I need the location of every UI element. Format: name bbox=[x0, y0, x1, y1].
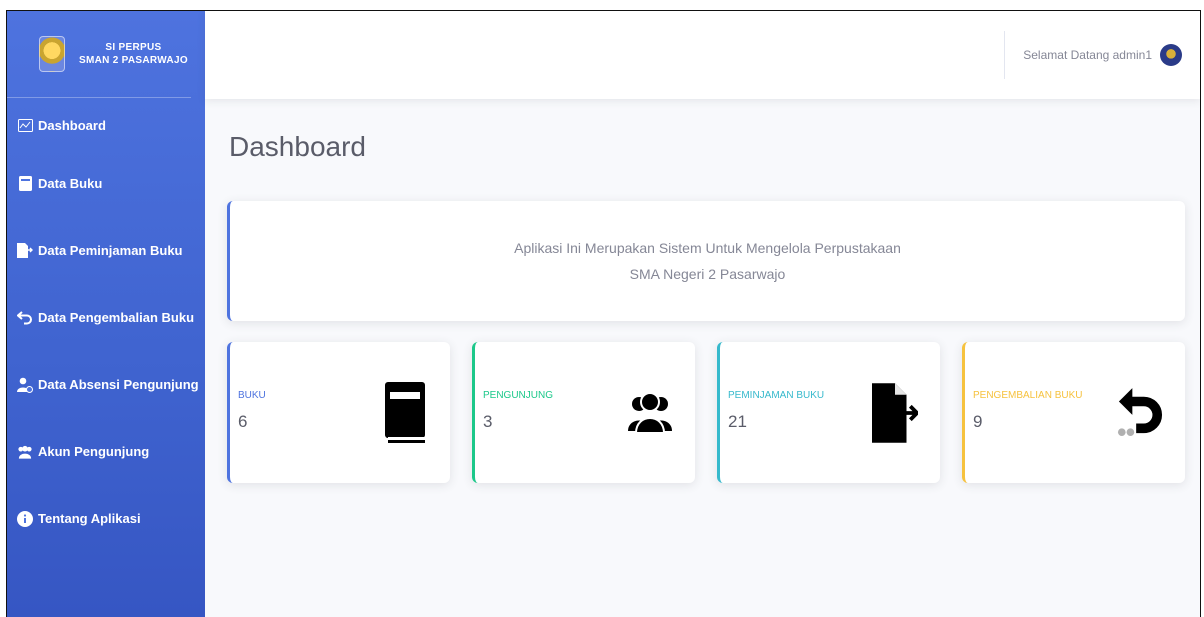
topbar: Selamat Datang admin1 bbox=[205, 11, 1200, 99]
book-icon bbox=[382, 382, 428, 444]
sidebar-nav: Dashboard Data Buku Data Peminjaman Buku… bbox=[7, 98, 205, 552]
sidebar-item-label: Data Pengembalian Buku bbox=[38, 310, 195, 325]
sidebar-item-label: Data Peminjaman Buku bbox=[38, 243, 183, 258]
user-clock-icon bbox=[17, 377, 33, 393]
sidebar-item-label: Data Buku bbox=[38, 176, 103, 191]
stat-value: 6 bbox=[238, 412, 248, 431]
sidebar-item-data-pengembalian-buku[interactable]: Data Pengembalian Buku bbox=[7, 284, 205, 351]
sidebar-item-label: Data Absensi Pengunjung bbox=[38, 377, 199, 392]
info-circle-icon bbox=[17, 510, 33, 527]
info-line-2: SMA Negeri 2 Pasarwajo bbox=[629, 266, 786, 282]
sidebar: SI PERPUS SMAN 2 PASARWAJO Dashboard Dat… bbox=[7, 11, 205, 617]
stat-label: PEMINJAMAN BUKU bbox=[728, 390, 825, 401]
brand-line-1: SI PERPUS bbox=[105, 42, 162, 53]
undo-icon bbox=[1117, 382, 1163, 444]
stat-card-pengembalian-buku: PENGEMBALIAN BUKU 9 bbox=[962, 342, 1185, 483]
sidebar-item-tentang-aplikasi[interactable]: Tentang Aplikasi bbox=[7, 485, 205, 552]
stat-value: 9 bbox=[973, 412, 983, 431]
stat-card-pengunjung: PENGUNJUNG 3 bbox=[472, 342, 695, 483]
info-line-1: Aplikasi Ini Merupakan Sistem Untuk Meng… bbox=[514, 240, 901, 256]
school-logo bbox=[39, 36, 65, 72]
sidebar-item-dashboard[interactable]: Dashboard bbox=[7, 98, 205, 150]
stat-card-peminjaman-buku: PEMINJAMAN BUKU 21 bbox=[717, 342, 940, 483]
brand-text: SI PERPUS SMAN 2 PASARWAJO bbox=[79, 41, 188, 67]
stat-card-buku: BUKU 6 bbox=[227, 342, 450, 483]
book-icon bbox=[17, 176, 33, 192]
sidebar-item-data-absensi-pengunjung[interactable]: Data Absensi Pengunjung bbox=[7, 351, 205, 418]
sidebar-item-label: Akun Pengunjung bbox=[38, 444, 150, 459]
sidebar-brand[interactable]: SI PERPUS SMAN 2 PASARWAJO bbox=[7, 11, 205, 97]
chart-area-icon bbox=[17, 117, 33, 133]
stat-label: PENGEMBALIAN BUKU bbox=[973, 390, 1083, 401]
page-title: Dashboard bbox=[229, 131, 366, 162]
avatar[interactable] bbox=[1160, 44, 1182, 66]
welcome-text[interactable]: Selamat Datang admin1 bbox=[1023, 48, 1152, 62]
sidebar-item-data-peminjaman-buku[interactable]: Data Peminjaman Buku bbox=[7, 217, 205, 284]
sidebar-item-label: Dashboard bbox=[38, 117, 106, 133]
users-icon bbox=[627, 382, 673, 444]
topbar-divider bbox=[1004, 31, 1006, 79]
info-card: Aplikasi Ini Merupakan Sistem Untuk Meng… bbox=[227, 201, 1185, 321]
stat-label: PENGUNJUNG bbox=[483, 390, 554, 401]
stat-value: 21 bbox=[728, 412, 747, 431]
file-export-icon bbox=[17, 243, 33, 259]
app-window: SI PERPUS SMAN 2 PASARWAJO Dashboard Dat… bbox=[6, 10, 1201, 617]
file-export-icon bbox=[872, 382, 918, 444]
sidebar-item-data-buku[interactable]: Data Buku bbox=[7, 150, 205, 217]
stat-label: BUKU bbox=[238, 390, 266, 401]
users-icon bbox=[17, 444, 33, 460]
undo-icon bbox=[17, 310, 33, 326]
main-content: Selamat Datang admin1 Dashboard Aplikasi… bbox=[205, 11, 1200, 617]
sidebar-item-akun-pengunjung[interactable]: Akun Pengunjung bbox=[7, 418, 205, 485]
sidebar-item-label: Tentang Aplikasi bbox=[38, 511, 141, 526]
brand-line-2: SMAN 2 PASARWAJO bbox=[79, 55, 188, 66]
stat-value: 3 bbox=[483, 412, 493, 431]
